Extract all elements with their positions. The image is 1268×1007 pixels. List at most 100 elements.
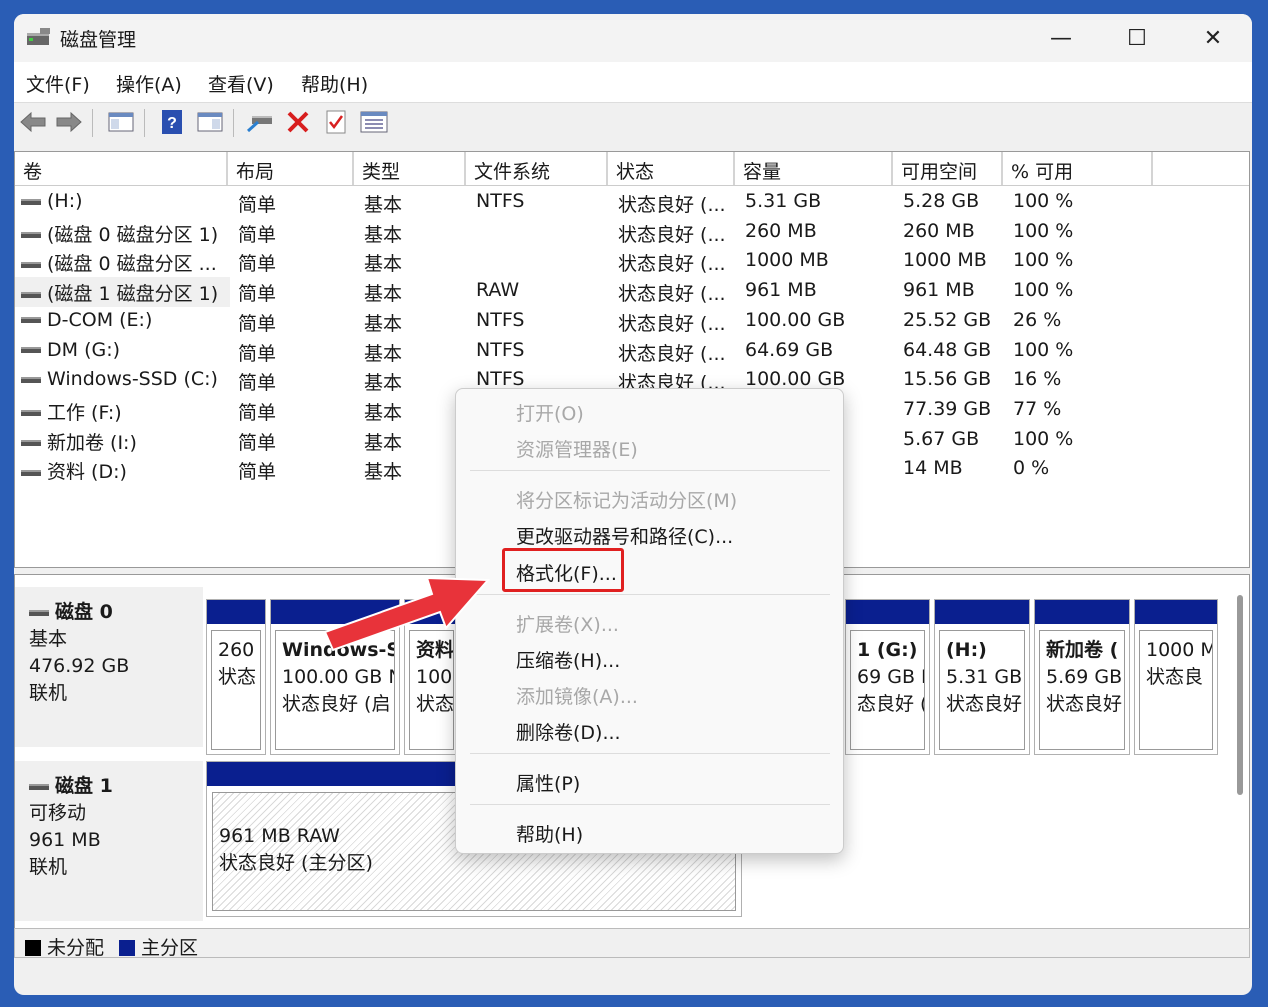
disk-1-label[interactable]: 磁盘 1 可移动 961 MB 联机 [15, 761, 203, 921]
menu-separator [470, 594, 830, 595]
disk-0-partition[interactable]: 资料 100. 状态 [404, 599, 459, 755]
cell-layout: 简单 [238, 339, 348, 366]
delete-button[interactable] [283, 107, 313, 137]
help-icon: ? [162, 110, 182, 134]
primary-partition-bar [846, 600, 929, 624]
partition-body: 1000 M 状态良 [1139, 630, 1213, 750]
cell-free: 5.67 GB [903, 428, 1003, 450]
menu-action[interactable]: 操作(A) [116, 70, 182, 97]
menu-item-delete-volume[interactable]: 删除卷(D)... [516, 718, 621, 745]
disk-1-size: 961 MB [29, 829, 101, 851]
volume-icon [21, 317, 41, 324]
volume-icon [21, 198, 41, 205]
partition-size: 100. [416, 666, 453, 688]
menu-item-properties[interactable]: 属性(P) [516, 769, 580, 796]
volume-type: 基本 [364, 372, 403, 395]
menu-separator [470, 753, 830, 754]
menu-item-explorer: 资源管理器(E) [516, 439, 638, 461]
cell-status: 状态良好 (... [618, 220, 733, 247]
menu-view[interactable]: 查看(V) [208, 70, 274, 97]
show-action-pane-button[interactable] [195, 107, 225, 137]
volume-row[interactable]: (磁盘 0 磁盘分区 ... 简单 基本 状态良好 (... 1000 MB 1000 M… [15, 247, 1249, 277]
disk-0-partition[interactable]: Windows-S 100.00 GB N 状态良好 (启 [270, 599, 400, 755]
volume-layout: 简单 [238, 342, 277, 365]
menu-help[interactable]: 帮助(H) [301, 70, 368, 97]
cell-layout: 简单 [238, 249, 348, 276]
menu-item-mark-active: 将分区标记为活动分区(M) [516, 490, 738, 512]
primary-partition-bar [207, 600, 265, 624]
column-header-percent-free[interactable]: % 可用 [1003, 152, 1153, 185]
column-header-filesystem[interactable]: 文件系统 [466, 152, 608, 185]
volume-row[interactable]: (H:) 简单 基本 NTFS 状态良好 (... 5.31 GB 5.28 GB 100 % [15, 188, 1249, 218]
menu-item-shrink-volume[interactable]: 压缩卷(H)... [516, 646, 620, 673]
forward-button[interactable] [54, 107, 84, 137]
column-header-layout[interactable]: 布局 [228, 152, 354, 185]
volume-row[interactable]: (磁盘 1 磁盘分区 1) 简单 基本 RAW 状态良好 (... 961 MB 961 M… [15, 277, 1073, 308]
volume-free: 260 MB [903, 219, 975, 242]
volume-type: 基本 [364, 223, 403, 246]
partition-status: 状态 [416, 693, 454, 715]
disk-0-partition[interactable]: 新加卷 (5.69 GB 状态良好 [1034, 599, 1130, 755]
disk-icon [29, 609, 49, 616]
cell-layout: 简单 [238, 368, 348, 395]
primary-partition-bar [935, 600, 1029, 624]
volume-icon [21, 347, 41, 353]
volume-type: 基本 [364, 401, 403, 424]
column-header-status[interactable]: 状态 [608, 152, 735, 185]
menu-item-change-drive-letter[interactable]: 更改驱动器号和路径(C)... [516, 522, 733, 549]
disk-0-partition[interactable]: 1 (G:) 69 GB N 态良好 (主 [845, 599, 930, 755]
cell-layout: 简单 [238, 190, 348, 217]
maximize-icon: ☐ [1127, 25, 1147, 51]
volume-row[interactable]: D-COM (E:) 简单 基本 NTFS 状态良好 (... 100.00 GB 25.5… [15, 307, 1249, 337]
partition-body: Windows-S 100.00 GB N 状态良好 (启 [275, 630, 395, 750]
maximize-button[interactable]: ☐ [1102, 14, 1172, 62]
volume-name: 工作 (F:) [47, 401, 122, 424]
disk-0-partition[interactable]: (H:) 5.31 GB 状态良好 [934, 599, 1030, 755]
volume-type: 基本 [364, 431, 403, 454]
help-button[interactable]: ? [157, 107, 187, 137]
cell-layout: 简单 [238, 309, 348, 336]
partition-size: 260 [218, 639, 255, 661]
volume-fs: NTFS [476, 308, 525, 331]
volume-status: 状态良好 (... [618, 253, 726, 276]
action-pane-icon [197, 112, 223, 132]
volume-type: 基本 [364, 283, 403, 306]
disk-0-partition[interactable]: 1000 M 状态良 [1134, 599, 1218, 755]
cell-layout: 简单 [238, 428, 348, 455]
menu-separator [470, 804, 830, 805]
volume-free: 64.48 GB [903, 338, 992, 361]
volume-fs: NTFS [476, 368, 525, 391]
primary-partition-bar [1135, 600, 1217, 624]
close-button[interactable]: ✕ [1178, 14, 1248, 62]
column-header-free-space[interactable]: 可用空间 [893, 152, 1003, 185]
partition-text: 1 (G:) 69 GB N 态良好 (主 [857, 637, 924, 718]
forward-arrow-icon [56, 111, 82, 133]
column-header-capacity[interactable]: 容量 [735, 152, 893, 185]
cell-pct: 100 % [1013, 220, 1143, 242]
cell-free: 961 MB [903, 279, 1003, 301]
vertical-scrollbar[interactable] [1237, 595, 1243, 795]
properties-button[interactable] [321, 107, 351, 137]
volume-row[interactable]: DM (G:) 简单 基本 NTFS 状态良好 (... 64.69 GB 64.48 GB… [15, 337, 1249, 367]
column-header-type[interactable]: 类型 [354, 152, 466, 185]
back-button[interactable] [18, 107, 48, 137]
minimize-button[interactable]: — [1026, 14, 1096, 62]
disk-0-partition[interactable]: 260 状态 [206, 599, 266, 755]
partition-size-fs: 961 MB RAW [219, 825, 340, 847]
menu-item-format[interactable]: 格式化(F)... [516, 559, 617, 586]
menu-item-help[interactable]: 帮助(H) [516, 820, 583, 847]
disk-0-kind: 基本 [29, 628, 68, 650]
list-view-button[interactable] [359, 107, 389, 137]
column-header-volume[interactable]: 卷 [15, 152, 228, 185]
cell-type: 基本 [364, 457, 464, 484]
cell-pct: 77 % [1013, 398, 1143, 420]
volume-free: 1000 MB [903, 249, 987, 272]
connect-drive-button[interactable] [245, 107, 275, 137]
console-tree-button[interactable] [106, 107, 136, 137]
partition-body: 1 (G:) 69 GB N 态良好 (主 [850, 630, 925, 750]
partition-size: 5.69 GB [1046, 666, 1123, 688]
disk-0-label[interactable]: 磁盘 0 基本 476.92 GB 联机 [15, 587, 203, 747]
volume-name: (磁盘 0 磁盘分区 1) [47, 223, 219, 246]
menu-file[interactable]: 文件(F) [26, 70, 90, 97]
volume-row[interactable]: (磁盘 0 磁盘分区 1) 简单 基本 状态良好 (... 260 MB 260 MB 10… [15, 218, 1249, 248]
